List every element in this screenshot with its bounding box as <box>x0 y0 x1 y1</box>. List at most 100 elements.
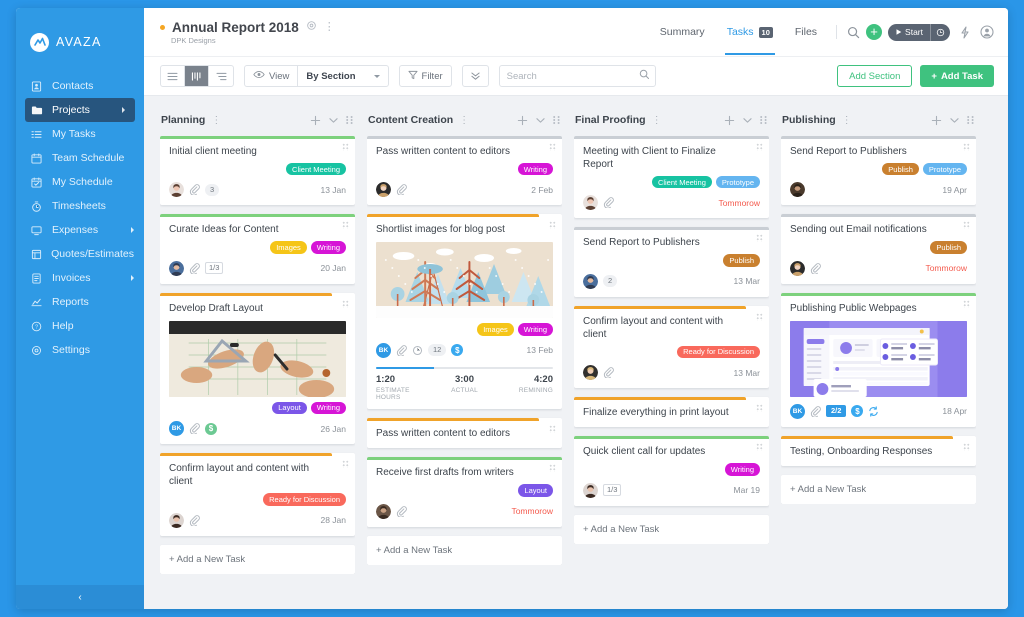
column-drag-handle-icon[interactable] <box>967 116 974 124</box>
tag-badge[interactable]: Ready for Discussion <box>677 346 760 358</box>
tag-badge[interactable]: Publish <box>723 254 760 266</box>
group-by-select[interactable]: By Section <box>297 66 387 86</box>
project-settings-gear-icon[interactable] <box>306 20 317 34</box>
sidebar-item-help[interactable]: ? Help <box>16 314 144 338</box>
attachment-clip-icon[interactable] <box>189 263 200 274</box>
user-avatar-icon[interactable] <box>980 25 994 39</box>
filter-button[interactable]: Filter <box>400 66 451 86</box>
task-card[interactable]: Publishing Public WebpagesBK2/2$18 Apr <box>781 293 976 427</box>
sidebar-item-invoices[interactable]: Invoices <box>16 266 144 290</box>
tag-badge[interactable]: Publish <box>930 241 967 253</box>
clock-icon[interactable] <box>930 24 950 41</box>
attachment-clip-icon[interactable] <box>189 423 200 434</box>
brand-logo[interactable]: AVAZA <box>16 8 144 60</box>
list-view-icon[interactable] <box>161 66 185 86</box>
sidebar-item-projects[interactable]: Projects <box>25 98 135 122</box>
tag-badge[interactable]: Client Meeting <box>286 163 346 175</box>
card-drag-handle-icon[interactable] <box>756 443 763 451</box>
tag-badge[interactable]: Layout <box>518 484 553 496</box>
add-new-task-placeholder[interactable]: + Add a New Task <box>160 545 355 574</box>
tab-files[interactable]: Files <box>784 9 828 55</box>
attachment-clip-icon[interactable] <box>189 184 200 195</box>
task-card[interactable]: Develop Draft LayoutLayoutWritingBK$26 J… <box>160 293 355 444</box>
task-card[interactable]: Curate Ideas for ContentImagesWriting1/3… <box>160 214 355 283</box>
tag-badge[interactable]: Ready for Discussion <box>263 493 346 505</box>
tag-badge[interactable]: Publish <box>882 163 919 175</box>
card-drag-handle-icon[interactable] <box>756 404 763 412</box>
plus-circle-icon[interactable]: + <box>866 24 882 40</box>
tag-badge[interactable]: Prototype <box>923 163 967 175</box>
tag-badge[interactable]: Writing <box>311 241 346 253</box>
card-drag-handle-icon[interactable] <box>342 143 349 151</box>
sidebar-item-contacts[interactable]: Contacts <box>16 74 144 98</box>
add-new-task-placeholder[interactable]: + Add a New Task <box>574 515 769 544</box>
start-timer-button[interactable]: Start <box>888 24 950 41</box>
tag-badge[interactable]: Prototype <box>716 176 760 188</box>
outline-view-icon[interactable] <box>209 66 233 86</box>
card-drag-handle-icon[interactable] <box>342 300 349 308</box>
add-card-plus-icon[interactable] <box>310 115 321 126</box>
attachment-clip-icon[interactable] <box>396 184 407 195</box>
card-drag-handle-icon[interactable] <box>549 221 556 229</box>
add-new-task-placeholder[interactable]: + Add a New Task <box>781 475 976 504</box>
view-button[interactable]: View <box>245 66 297 86</box>
task-card[interactable]: Pass written content to editors <box>367 418 562 448</box>
task-card[interactable]: Quick client call for updatesWriting1/3M… <box>574 436 769 505</box>
tab-tasks[interactable]: Tasks 10 <box>716 9 784 55</box>
sidebar-item-reports[interactable]: Reports <box>16 290 144 314</box>
task-card[interactable]: Initial client meetingClient Meeting313 … <box>160 136 355 205</box>
card-drag-handle-icon[interactable] <box>963 443 970 451</box>
task-card[interactable]: Confirm layout and content with clientRe… <box>574 306 769 388</box>
attachment-clip-icon[interactable] <box>189 515 200 526</box>
billable-dollar-icon[interactable]: $ <box>205 423 217 435</box>
bolt-icon[interactable] <box>959 26 971 39</box>
task-card[interactable]: Shortlist images for blog postImagesWrit… <box>367 214 562 409</box>
attachment-clip-icon[interactable] <box>603 367 614 378</box>
attachment-clip-icon[interactable] <box>396 345 407 356</box>
task-card[interactable]: Testing, Onboarding Responses <box>781 436 976 466</box>
task-card[interactable]: Confirm layout and content with clientRe… <box>160 453 355 535</box>
column-more-menu-icon[interactable]: ⋮ <box>459 115 469 126</box>
task-card[interactable]: Pass written content to editorsWriting2 … <box>367 136 562 205</box>
project-more-menu-icon[interactable]: ⋮ <box>324 22 335 33</box>
tag-badge[interactable]: Client Meeting <box>652 176 712 188</box>
task-card[interactable]: Meeting with Client to Finalize ReportCl… <box>574 136 769 218</box>
column-drag-handle-icon[interactable] <box>553 116 560 124</box>
collapse-column-chevron-down-icon[interactable] <box>743 117 752 124</box>
sidebar-item-my-schedule[interactable]: My Schedule <box>16 170 144 194</box>
sidebar-item-team-schedule[interactable]: Team Schedule <box>16 146 144 170</box>
add-card-plus-icon[interactable] <box>517 115 528 126</box>
task-card[interactable]: Send Report to PublishersPublishPrototyp… <box>781 136 976 205</box>
sidebar-item-my-tasks[interactable]: My Tasks <box>16 122 144 146</box>
sidebar-item-quotes-estimates[interactable]: Quotes/Estimates <box>16 242 144 266</box>
search-box[interactable] <box>499 65 656 87</box>
card-drag-handle-icon[interactable] <box>963 221 970 229</box>
sidebar-collapse-button[interactable]: ‹ <box>16 585 144 609</box>
card-drag-handle-icon[interactable] <box>342 221 349 229</box>
billable-dollar-icon[interactable]: $ <box>451 344 463 356</box>
column-drag-handle-icon[interactable] <box>760 116 767 124</box>
column-drag-handle-icon[interactable] <box>346 116 353 124</box>
tab-summary[interactable]: Summary <box>649 9 716 55</box>
sidebar-item-expenses[interactable]: Expenses <box>16 218 144 242</box>
card-drag-handle-icon[interactable] <box>963 143 970 151</box>
column-more-menu-icon[interactable]: ⋮ <box>842 115 852 126</box>
board-view-icon[interactable] <box>185 66 209 86</box>
card-drag-handle-icon[interactable] <box>756 234 763 242</box>
search-input[interactable] <box>507 71 639 82</box>
attachment-clip-icon[interactable] <box>810 263 821 274</box>
recurring-repeat-icon[interactable] <box>868 406 879 417</box>
card-drag-handle-icon[interactable] <box>342 460 349 468</box>
attachment-clip-icon[interactable] <box>810 406 821 417</box>
tag-badge[interactable]: Images <box>477 323 514 335</box>
chevron-double-down-icon[interactable] <box>463 66 488 86</box>
card-drag-handle-icon[interactable] <box>756 313 763 321</box>
tag-badge[interactable]: Layout <box>272 402 307 414</box>
task-card[interactable]: Receive first drafts from writersLayoutT… <box>367 457 562 526</box>
task-card[interactable]: Finalize everything in print layout <box>574 397 769 427</box>
card-drag-handle-icon[interactable] <box>963 300 970 308</box>
tag-badge[interactable]: Writing <box>518 163 553 175</box>
add-section-button[interactable]: Add Section <box>837 65 912 87</box>
add-task-button[interactable]: + Add Task <box>920 65 994 87</box>
task-card[interactable]: Send Report to PublishersPublish213 Mar <box>574 227 769 296</box>
